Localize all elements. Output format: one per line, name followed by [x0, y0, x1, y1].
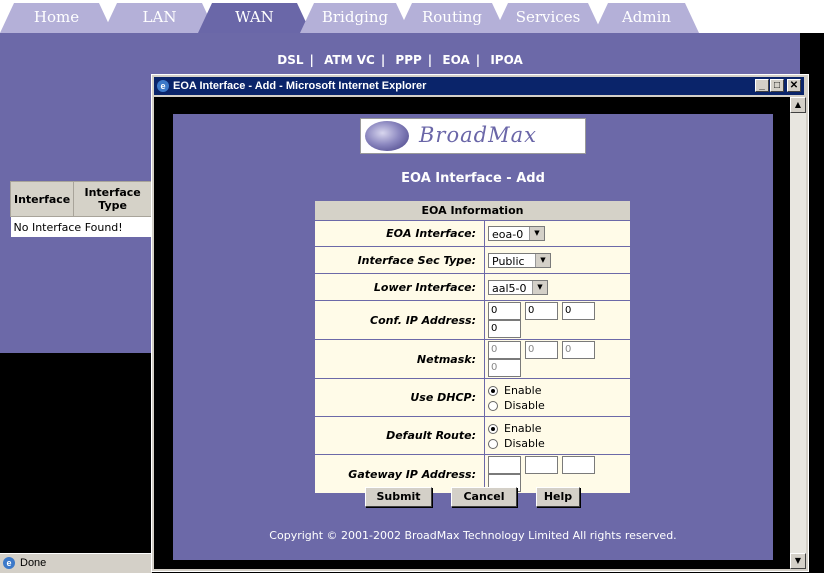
section-header: EOA Information	[314, 200, 631, 221]
status-bar: e Done	[0, 553, 152, 573]
popup-viewport: BroadMax EOA Interface - Add EOA Informa…	[154, 97, 790, 569]
conf-ip-octet-4[interactable]: 0	[488, 320, 521, 338]
netmask-octet-1[interactable]: 0	[488, 341, 521, 359]
tab-admin[interactable]: Admin	[594, 3, 699, 33]
subnav-dsl[interactable]: DSL	[277, 53, 303, 67]
popup-title: EOA Interface - Add - Microsoft Internet…	[173, 80, 427, 92]
subnav-ipoa[interactable]: IPOA	[490, 53, 522, 67]
scroll-down-icon[interactable]: ▼	[790, 553, 806, 569]
subnav-atm-vc[interactable]: ATM VC	[324, 53, 375, 67]
dhcp-enable-option[interactable]: Enable	[488, 383, 629, 398]
tab-bridging[interactable]: Bridging	[300, 3, 410, 33]
eoa-interface-value: eoa-0	[492, 228, 524, 241]
page-title: EOA Interface - Add	[401, 171, 545, 186]
broadmax-logo: BroadMax	[360, 118, 586, 154]
lower-interface-select[interactable]: aal5-0 ▼	[488, 279, 548, 295]
default-route-label: Default Route:	[314, 416, 485, 455]
top-tab-bar: Home LAN WAN Bridging Routing Services A…	[0, 0, 824, 33]
use-dhcp-label: Use DHCP:	[314, 378, 485, 417]
ie-window-icon: e	[157, 80, 169, 92]
route-disable-radio[interactable]	[488, 438, 498, 449]
cancel-button[interactable]: Cancel	[451, 487, 517, 507]
help-button[interactable]: Help	[536, 487, 580, 507]
close-button[interactable]: ✕	[787, 79, 801, 92]
netmask-octet-2[interactable]: 0	[525, 341, 558, 359]
popup-content: BroadMax EOA Interface - Add EOA Informa…	[173, 114, 773, 560]
popup-window: e EOA Interface - Add - Microsoft Intern…	[151, 74, 809, 572]
conf-ip-label: Conf. IP Address:	[314, 300, 485, 340]
tab-home[interactable]: Home	[0, 3, 113, 33]
dhcp-disable-radio[interactable]	[488, 400, 498, 411]
netmask-octet-4[interactable]: 0	[488, 359, 521, 377]
sec-type-label: Interface Sec Type:	[314, 246, 485, 274]
tab-routing[interactable]: Routing	[398, 3, 506, 33]
route-enable-label: Enable	[504, 421, 542, 435]
submit-button[interactable]: Submit	[365, 487, 432, 507]
copyright-text: Copyright © 2001-2002 BroadMax Technolog…	[269, 529, 677, 542]
dhcp-enable-label: Enable	[504, 383, 542, 397]
sec-type-select[interactable]: Public ▼	[488, 252, 551, 268]
chevron-down-icon[interactable]: ▼	[532, 280, 547, 294]
eoa-interface-select[interactable]: eoa-0 ▼	[488, 226, 545, 241]
wan-subnav: DSL | ATM VC | PPP | EOA | IPOA	[277, 53, 523, 67]
status-text: Done	[20, 557, 47, 569]
logo-text: BroadMax	[419, 123, 537, 147]
maximize-button[interactable]: □	[770, 79, 784, 92]
vertical-scrollbar[interactable]: ▲ ▼	[790, 97, 806, 569]
route-disable-option[interactable]: Disable	[488, 436, 629, 451]
popup-titlebar[interactable]: e EOA Interface - Add - Microsoft Intern…	[154, 77, 804, 95]
scroll-up-icon[interactable]: ▲	[790, 97, 806, 113]
dhcp-enable-radio[interactable]	[488, 385, 498, 396]
netmask-label: Netmask:	[314, 339, 485, 379]
lower-interface-value: aal5-0	[492, 281, 527, 295]
conf-ip-octet-1[interactable]: 0	[488, 302, 521, 320]
chevron-down-icon[interactable]: ▼	[535, 253, 550, 267]
column-header-interface-type: Interface Type	[73, 181, 152, 217]
subnav-eoa[interactable]: EOA	[442, 53, 469, 67]
conf-ip-octet-2[interactable]: 0	[525, 302, 558, 320]
lower-interface-label: Lower Interface:	[314, 273, 485, 301]
chevron-down-icon[interactable]: ▼	[529, 227, 544, 240]
column-header-interface: Interface	[9, 181, 75, 217]
dhcp-disable-option[interactable]: Disable	[488, 398, 629, 413]
interface-table: Interface Interface Type No Interface Fo…	[9, 181, 152, 237]
tab-wan[interactable]: WAN	[198, 3, 311, 33]
globe-logo-icon	[365, 121, 409, 151]
empty-table-message: No Interface Found!	[10, 216, 152, 237]
ie-page-icon: e	[3, 557, 15, 569]
eoa-form: EOA Information EOA Interface: eoa-0 ▼ I…	[314, 200, 631, 494]
tab-lan[interactable]: LAN	[103, 3, 216, 33]
conf-ip-octet-3[interactable]: 0	[562, 302, 595, 320]
route-enable-option[interactable]: Enable	[488, 421, 629, 436]
tab-services[interactable]: Services	[494, 3, 602, 33]
gateway-ip-octet-3[interactable]	[562, 456, 595, 474]
gateway-ip-octet-1[interactable]	[488, 456, 521, 474]
sec-type-value: Public	[492, 254, 525, 268]
eoa-interface-label: EOA Interface:	[314, 220, 485, 247]
dhcp-disable-label: Disable	[504, 398, 545, 412]
netmask-octet-3[interactable]: 0	[562, 341, 595, 359]
gateway-ip-octet-2[interactable]	[525, 456, 558, 474]
route-disable-label: Disable	[504, 436, 545, 450]
subnav-ppp[interactable]: PPP	[395, 53, 421, 67]
minimize-button[interactable]: _	[755, 79, 769, 92]
route-enable-radio[interactable]	[488, 423, 498, 434]
